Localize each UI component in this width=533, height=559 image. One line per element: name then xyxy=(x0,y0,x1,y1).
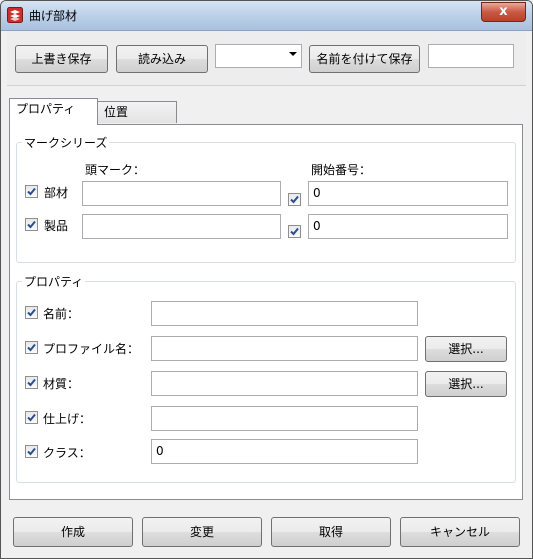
class-label: クラス： xyxy=(43,446,91,460)
check-icon xyxy=(27,378,36,387)
part-start-checkbox[interactable] xyxy=(288,193,301,206)
material-checkbox[interactable] xyxy=(25,376,38,389)
finish-checkbox[interactable] xyxy=(25,411,38,424)
part-start-input[interactable]: 0 xyxy=(308,181,508,206)
assembly-checkbox[interactable] xyxy=(25,218,38,231)
part-label: 部材 xyxy=(44,186,69,200)
material-select-button[interactable]: 選択... xyxy=(425,371,507,397)
class-checkbox[interactable] xyxy=(25,445,38,458)
get-button[interactable]: 取得 xyxy=(271,517,391,547)
save-as-button[interactable]: 名前を付けて保存 xyxy=(309,45,420,73)
save-as-name-input[interactable] xyxy=(428,44,514,68)
save-button[interactable]: 上書き保存 xyxy=(15,45,108,73)
check-icon xyxy=(27,308,36,317)
assembly-prefix-input[interactable] xyxy=(82,214,281,239)
tab-properties-label: プロパティ xyxy=(16,102,76,116)
material-label: 材質： xyxy=(43,377,80,391)
app-icon xyxy=(7,7,23,23)
assembly-start-input[interactable]: 0 xyxy=(308,214,508,239)
assembly-start-checkbox[interactable] xyxy=(288,225,301,238)
create-button[interactable]: 作成 xyxy=(13,517,133,547)
check-icon xyxy=(27,447,36,456)
check-icon xyxy=(290,227,299,236)
class-input[interactable]: 0 xyxy=(151,439,418,464)
profile-select-button[interactable]: 選択... xyxy=(425,336,507,362)
properties-panel: マークシリーズ 頭マーク： 開始番号： 部材 0 製品 0 プロパティ 名前： xyxy=(9,124,523,500)
name-label: 名前： xyxy=(43,307,80,321)
finish-label: 仕上げ： xyxy=(43,412,92,426)
name-input[interactable] xyxy=(151,301,418,326)
check-icon xyxy=(290,195,299,204)
title-bar[interactable]: 曲げ部材 x xyxy=(1,1,532,31)
check-icon xyxy=(27,187,36,196)
window-title: 曲げ部材 xyxy=(29,9,78,23)
check-icon xyxy=(27,413,36,422)
material-input[interactable] xyxy=(151,371,418,396)
action-bar: 作成 変更 取得 キャンセル xyxy=(1,509,532,558)
load-button[interactable]: 読み込み xyxy=(116,45,208,73)
preset-select[interactable] xyxy=(215,44,302,68)
close-icon: x xyxy=(499,4,508,19)
check-icon xyxy=(27,220,36,229)
close-button[interactable]: x xyxy=(481,2,526,22)
finish-input[interactable] xyxy=(151,406,418,431)
cancel-button[interactable]: キャンセル xyxy=(400,517,520,547)
assembly-label: 製品 xyxy=(44,219,69,233)
profile-input[interactable] xyxy=(151,336,418,361)
name-checkbox[interactable] xyxy=(25,306,38,319)
toolbar: 上書き保存 読み込み 名前を付けて保存 xyxy=(7,31,526,86)
start-number-header: 開始番号： xyxy=(311,163,372,177)
tab-properties[interactable]: プロパティ xyxy=(9,98,98,125)
profile-checkbox[interactable] xyxy=(25,341,38,354)
prefix-header: 頭マーク： xyxy=(85,163,146,177)
modify-button[interactable]: 変更 xyxy=(142,517,262,547)
mark-series-title: マークシリーズ xyxy=(22,134,110,151)
tab-position[interactable]: 位置 xyxy=(97,101,177,123)
tab-position-label: 位置 xyxy=(104,105,129,119)
profile-label: プロファイル名： xyxy=(43,342,140,356)
check-icon xyxy=(27,343,36,352)
properties-title: プロパティ xyxy=(22,273,86,290)
part-checkbox[interactable] xyxy=(25,185,38,198)
chevron-down-icon xyxy=(289,52,297,56)
dialog-window: 曲げ部材 x 上書き保存 読み込み 名前を付けて保存 プロパティ 位置 マークシ… xyxy=(0,0,533,559)
part-prefix-input[interactable] xyxy=(82,181,281,206)
